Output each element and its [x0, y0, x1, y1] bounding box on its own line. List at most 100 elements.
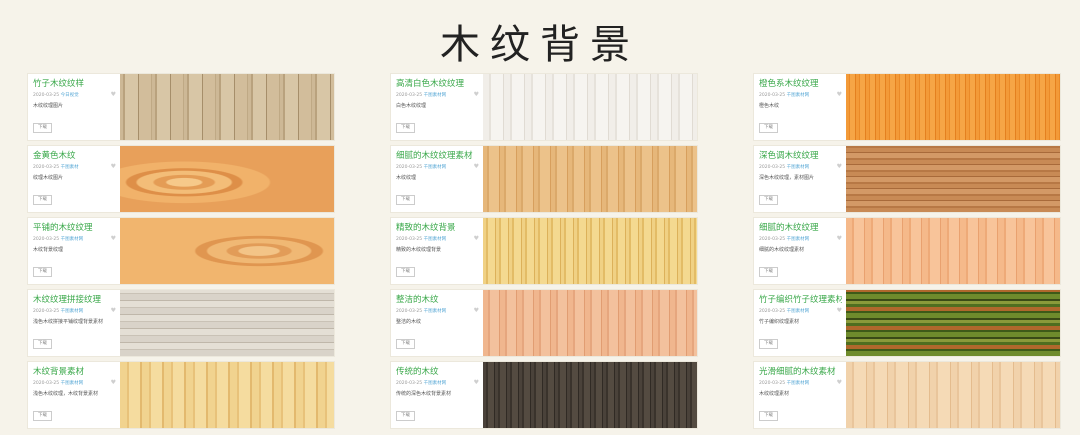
- texture-card[interactable]: 光滑细腻的木纹素材 2020-03-25 千图素材网 木纹纹理素材 ♥ 下载: [754, 362, 1060, 428]
- card-meta: 2020-03-25 千图素材网: [759, 236, 842, 243]
- card-author[interactable]: 千图素材网: [787, 93, 810, 98]
- heart-icon[interactable]: ♥: [837, 163, 842, 170]
- texture-preview[interactable]: [120, 218, 334, 284]
- heart-icon[interactable]: ♥: [111, 307, 116, 314]
- card-author[interactable]: 千图素材网: [787, 309, 810, 314]
- download-button[interactable]: 下载: [759, 339, 778, 349]
- card-title[interactable]: 木纹背景素材: [33, 366, 116, 378]
- card-description: 竹子编织纹理素材: [759, 319, 800, 325]
- heart-icon[interactable]: ♥: [111, 379, 116, 386]
- card-author[interactable]: 千图素材网: [787, 165, 810, 170]
- texture-card[interactable]: 细腻的木纹纹理 2020-03-25 千图素材网 细腻的木纹纹理素材 ♥ 下载: [754, 218, 1060, 284]
- download-button[interactable]: 下载: [759, 411, 778, 421]
- card-author[interactable]: 千图素材网: [424, 93, 447, 98]
- texture-preview[interactable]: [483, 74, 697, 140]
- card-meta: 2020-03-25 千图素材网: [33, 308, 116, 315]
- texture-card[interactable]: 木纹背景素材 2020-03-25 千图素材网 浅色木纹纹理，木纹背景素材 ♥ 下载: [28, 362, 334, 428]
- card-title[interactable]: 金黄色木纹: [33, 150, 116, 162]
- card-title[interactable]: 竹子木纹纹样: [33, 78, 116, 90]
- texture-card[interactable]: 木纹纹理拼接纹理 2020-03-25 千图素材网 浅色木纹拼接平铺纹理背景素材 ♥ 下…: [28, 290, 334, 356]
- card-title[interactable]: 传统的木纹: [396, 366, 479, 378]
- download-button[interactable]: 下载: [396, 123, 415, 133]
- card-author[interactable]: 千图素材网: [424, 165, 447, 170]
- texture-card[interactable]: 平铺的木纹纹理 2020-03-25 千图素材网 木纹背景纹理 ♥ 下载: [28, 218, 334, 284]
- card-meta: 2020-03-25 千图素材网: [759, 380, 842, 387]
- card-info: 竹子木纹纹样 2020-03-25 今日视觉 木纹纹理图片 ♥ 下载: [28, 74, 120, 140]
- card-title[interactable]: 高清白色木纹纹理: [396, 78, 479, 90]
- heart-icon[interactable]: ♥: [837, 235, 842, 242]
- heart-icon[interactable]: ♥: [474, 307, 479, 314]
- texture-preview[interactable]: [846, 218, 1060, 284]
- texture-preview[interactable]: [483, 362, 697, 428]
- card-title[interactable]: 细腻的木纹纹理: [759, 222, 842, 234]
- column-2: 高清白色木纹纹理 2020-03-25 千图素材网 白色木纹纹理 ♥ 下载 细腻的木纹纹理…: [391, 74, 697, 434]
- download-button[interactable]: 下载: [759, 267, 778, 277]
- texture-card[interactable]: 细腻的木纹纹理素材 2020-03-25 千图素材网 木纹纹理 ♥ 下载: [391, 146, 697, 212]
- card-author[interactable]: 千图素材网: [424, 309, 447, 314]
- heart-icon[interactable]: ♥: [474, 91, 479, 98]
- heart-icon[interactable]: ♥: [474, 163, 479, 170]
- card-author[interactable]: 千图素材网: [61, 381, 84, 386]
- download-button[interactable]: 下载: [33, 195, 52, 205]
- heart-icon[interactable]: ♥: [111, 163, 116, 170]
- texture-preview[interactable]: [120, 290, 334, 356]
- download-button[interactable]: 下载: [33, 411, 52, 421]
- texture-card[interactable]: 传统的木纹 2020-03-25 千图素材网 传统的深色木纹背景素材 ♥ 下载: [391, 362, 697, 428]
- card-author[interactable]: 千图素材: [61, 165, 79, 170]
- heart-icon[interactable]: ♥: [474, 379, 479, 386]
- download-button[interactable]: 下载: [396, 195, 415, 205]
- heart-icon[interactable]: ♥: [111, 235, 116, 242]
- card-title[interactable]: 平铺的木纹纹理: [33, 222, 116, 234]
- card-author[interactable]: 千图素材网: [61, 309, 84, 314]
- heart-icon[interactable]: ♥: [837, 307, 842, 314]
- texture-card[interactable]: 橙色系木纹纹理 2020-03-25 千图素材网 橙色木纹 ♥ 下载: [754, 74, 1060, 140]
- card-date: 2020-03-25: [396, 237, 423, 242]
- card-meta: 2020-03-25 千图素材网: [396, 164, 479, 171]
- texture-preview[interactable]: [483, 290, 697, 356]
- download-button[interactable]: 下载: [396, 339, 415, 349]
- card-title[interactable]: 精致的木纹背景: [396, 222, 479, 234]
- card-author[interactable]: 千图素材网: [424, 381, 447, 386]
- download-button[interactable]: 下载: [33, 123, 52, 133]
- card-title[interactable]: 木纹纹理拼接纹理: [33, 294, 116, 306]
- texture-card[interactable]: 金黄色木纹 2020-03-25 千图素材 纹理木纹图片 ♥ 下载: [28, 146, 334, 212]
- texture-card[interactable]: 竹子木纹纹样 2020-03-25 今日视觉 木纹纹理图片 ♥ 下载: [28, 74, 334, 140]
- card-title[interactable]: 橙色系木纹纹理: [759, 78, 842, 90]
- heart-icon[interactable]: ♥: [837, 379, 842, 386]
- download-button[interactable]: 下载: [33, 267, 52, 277]
- download-button[interactable]: 下载: [759, 123, 778, 133]
- card-description: 木纹背景纹理: [33, 247, 64, 253]
- heart-icon[interactable]: ♥: [474, 235, 479, 242]
- texture-card[interactable]: 深色调木纹纹理 2020-03-25 千图素材网 深色木纹纹理，素材图片 ♥ 下载: [754, 146, 1060, 212]
- card-author[interactable]: 千图素材网: [424, 237, 447, 242]
- heart-icon[interactable]: ♥: [111, 91, 116, 98]
- card-author[interactable]: 千图素材网: [787, 381, 810, 386]
- card-author[interactable]: 千图素材网: [61, 237, 84, 242]
- texture-preview[interactable]: [120, 362, 334, 428]
- heart-icon[interactable]: ♥: [837, 91, 842, 98]
- texture-card[interactable]: 整洁的木纹 2020-03-25 千图素材网 整洁的木纹 ♥ 下载: [391, 290, 697, 356]
- download-button[interactable]: 下载: [33, 339, 52, 349]
- card-title[interactable]: 深色调木纹纹理: [759, 150, 842, 162]
- card-title[interactable]: 整洁的木纹: [396, 294, 479, 306]
- card-author[interactable]: 千图素材网: [787, 237, 810, 242]
- texture-card[interactable]: 高清白色木纹纹理 2020-03-25 千图素材网 白色木纹纹理 ♥ 下载: [391, 74, 697, 140]
- texture-card[interactable]: 精致的木纹背景 2020-03-25 千图素材网 精致的木纹纹理背景 ♥ 下载: [391, 218, 697, 284]
- card-title[interactable]: 光滑细腻的木纹素材: [759, 366, 842, 378]
- texture-preview[interactable]: [483, 218, 697, 284]
- texture-preview[interactable]: [846, 74, 1060, 140]
- download-button[interactable]: 下载: [759, 195, 778, 205]
- card-description: 整洁的木纹: [396, 319, 422, 325]
- texture-preview[interactable]: [120, 146, 334, 212]
- download-button[interactable]: 下载: [396, 411, 415, 421]
- download-button[interactable]: 下载: [396, 267, 415, 277]
- texture-preview[interactable]: [846, 362, 1060, 428]
- card-title[interactable]: 竹子编织竹子纹理素材: [759, 294, 842, 306]
- texture-preview[interactable]: [120, 74, 334, 140]
- texture-preview[interactable]: [483, 146, 697, 212]
- texture-card[interactable]: 竹子编织竹子纹理素材 2020-03-25 千图素材网 竹子编织纹理素材 ♥ 下载: [754, 290, 1060, 356]
- texture-preview[interactable]: [846, 290, 1060, 356]
- card-title[interactable]: 细腻的木纹纹理素材: [396, 150, 479, 162]
- texture-preview[interactable]: [846, 146, 1060, 212]
- card-author[interactable]: 今日视觉: [61, 93, 79, 98]
